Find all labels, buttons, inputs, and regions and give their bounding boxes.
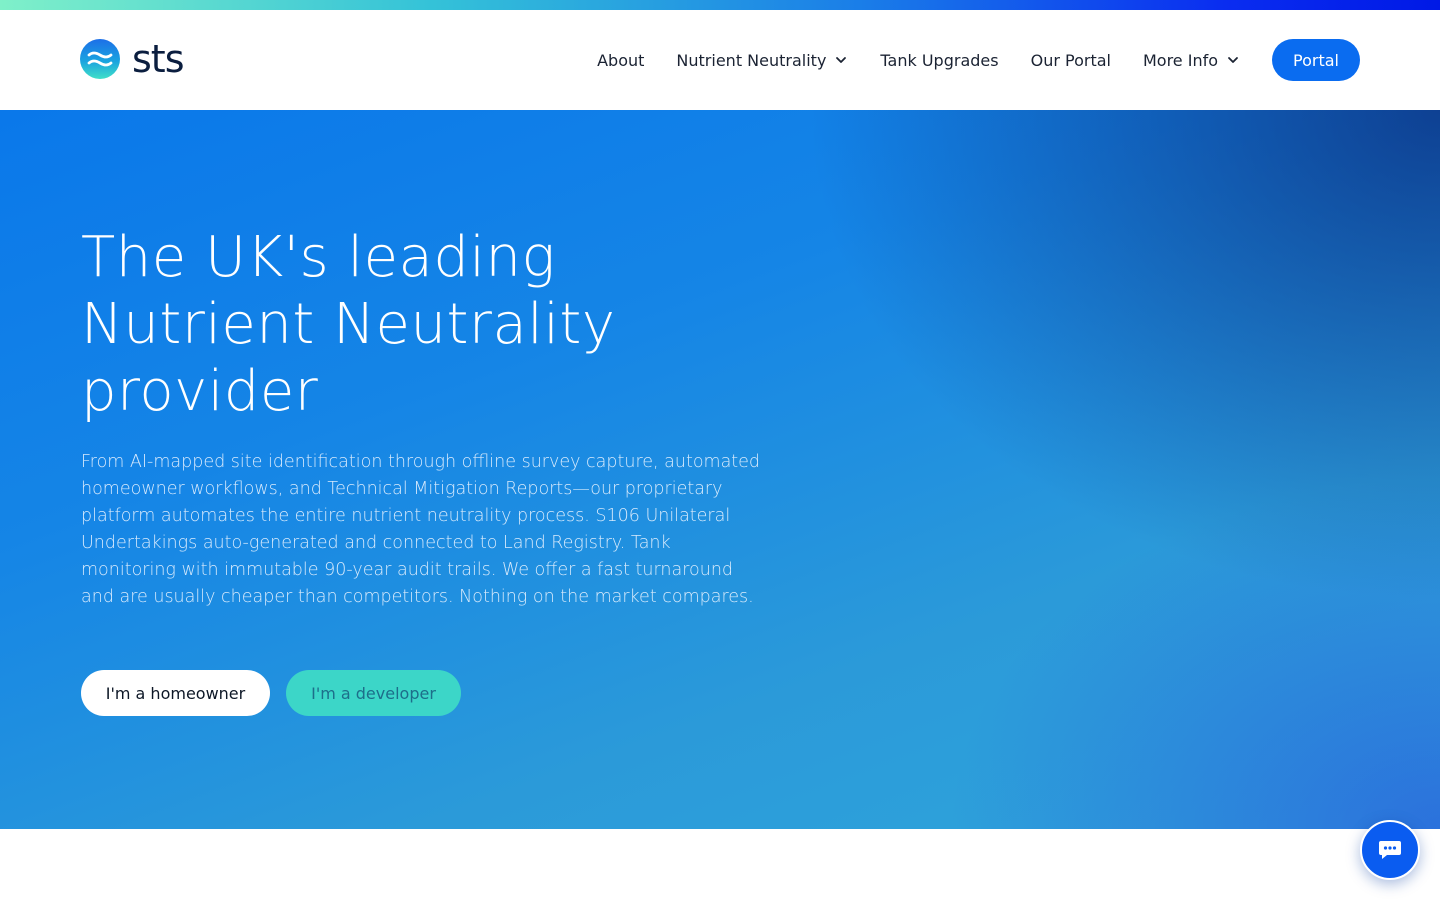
nav-item-tank-upgrades[interactable]: Tank Upgrades [880, 51, 998, 70]
nav-item-about[interactable]: About [597, 51, 644, 70]
chat-bubble-icon [1379, 841, 1401, 859]
hero-description: From AI-mapped site identification throu… [81, 452, 761, 607]
developer-button[interactable]: I'm a developer [286, 670, 461, 716]
hero-section: The UK's leading Nutrient Neutrality pro… [0, 110, 1440, 829]
nav-item-label: More Info [1142, 50, 1218, 70]
top-gradient-strip [0, 0, 1440, 10]
nav-item-label: Nutrient Neutrality [676, 50, 827, 70]
chevron-down-icon [1228, 57, 1238, 63]
nav-item-nutrient-neutrality[interactable]: Nutrient Neutrality [676, 51, 848, 70]
main-nav: About Nutrient Neutrality Tank Upgrades … [597, 39, 1360, 81]
chat-button[interactable] [1360, 820, 1420, 880]
logo[interactable]: sts [80, 39, 184, 79]
homeowner-button[interactable]: I'm a homeowner [81, 670, 270, 716]
nav-item-label: Our Portal [1030, 50, 1111, 70]
portal-button[interactable]: Portal [1272, 39, 1360, 81]
hero-title: The UK's leading Nutrient Neutrality pro… [81, 225, 616, 424]
site-header: sts About Nutrient Neutrality Tank Upgra… [0, 10, 1440, 110]
nav-item-more-info[interactable]: More Info [1143, 51, 1240, 70]
logo-wordmark: sts [132, 37, 184, 81]
nav-item-our-portal[interactable]: Our Portal [1031, 51, 1111, 70]
nav-item-label: About [597, 50, 645, 70]
hero-buttons: I'm a homeowner I'm a developer [81, 670, 461, 716]
chevron-down-icon [836, 57, 847, 63]
nav-item-label: Tank Upgrades [880, 50, 999, 70]
logo-waves-icon [80, 39, 120, 79]
